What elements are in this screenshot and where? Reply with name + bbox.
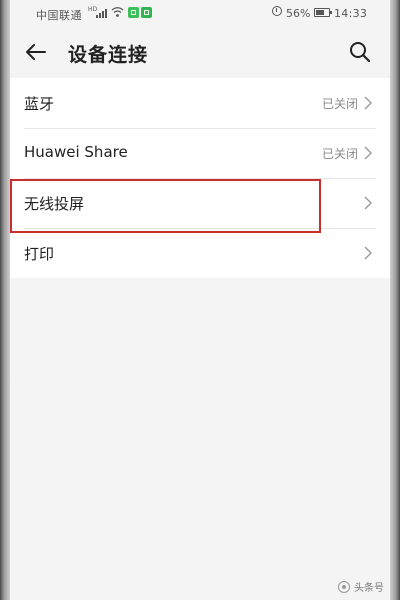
back-arrow-icon xyxy=(26,44,46,60)
status-bar: 中国联通 HD 56% 14:33 xyxy=(10,0,390,26)
list-item-label: 蓝牙 xyxy=(24,95,55,113)
list-item-huawei-share[interactable]: Huawei Share 已关闭 xyxy=(10,128,390,178)
page-title: 设备连接 xyxy=(68,44,149,66)
clock: 14:33 xyxy=(334,7,368,20)
chevron-right-icon xyxy=(364,196,372,210)
battery-icon xyxy=(314,8,332,17)
empty-area: 头条号 xyxy=(10,278,390,600)
list-item-status: 已关闭 xyxy=(321,147,358,161)
search-icon xyxy=(350,42,371,63)
signal-icon xyxy=(96,8,107,18)
alarm-icon xyxy=(272,6,282,16)
settings-list: 蓝牙 已关闭 Huawei Share 已关闭 无线投屏 打印 xyxy=(10,78,390,278)
wifi-icon xyxy=(111,7,124,17)
watermark-text: 头条号 xyxy=(354,583,384,594)
right-edge-shadow xyxy=(390,0,400,600)
chevron-right-icon xyxy=(364,96,372,110)
app-header: 设备连接 xyxy=(10,26,390,78)
watermark-logo-icon xyxy=(338,580,350,593)
list-item-label: 打印 xyxy=(24,245,55,263)
carrier-label: 中国联通 xyxy=(36,9,82,22)
left-edge-shadow xyxy=(0,0,10,600)
battery-percent: 56% xyxy=(286,7,311,20)
list-item-print[interactable]: 打印 xyxy=(10,228,390,278)
list-item-status: 已关闭 xyxy=(321,97,358,111)
search-button[interactable] xyxy=(348,40,372,64)
list-item-label: Huawei Share xyxy=(24,143,128,161)
list-item-bluetooth[interactable]: 蓝牙 已关闭 xyxy=(10,78,390,128)
app-badge-icon xyxy=(141,7,152,18)
screenshot-frame: 中国联通 HD 56% 14:33 设备连接 蓝牙 已关闭 Huawei Sha… xyxy=(0,0,400,600)
watermark: 头条号 xyxy=(338,579,384,594)
highlight-box xyxy=(10,179,321,233)
back-button[interactable] xyxy=(24,40,48,64)
chevron-right-icon xyxy=(364,246,372,260)
phone-screen: 中国联通 HD 56% 14:33 设备连接 蓝牙 已关闭 Huawei Sha… xyxy=(10,0,390,600)
app-badge-icon xyxy=(128,7,139,18)
chevron-right-icon xyxy=(364,146,372,160)
